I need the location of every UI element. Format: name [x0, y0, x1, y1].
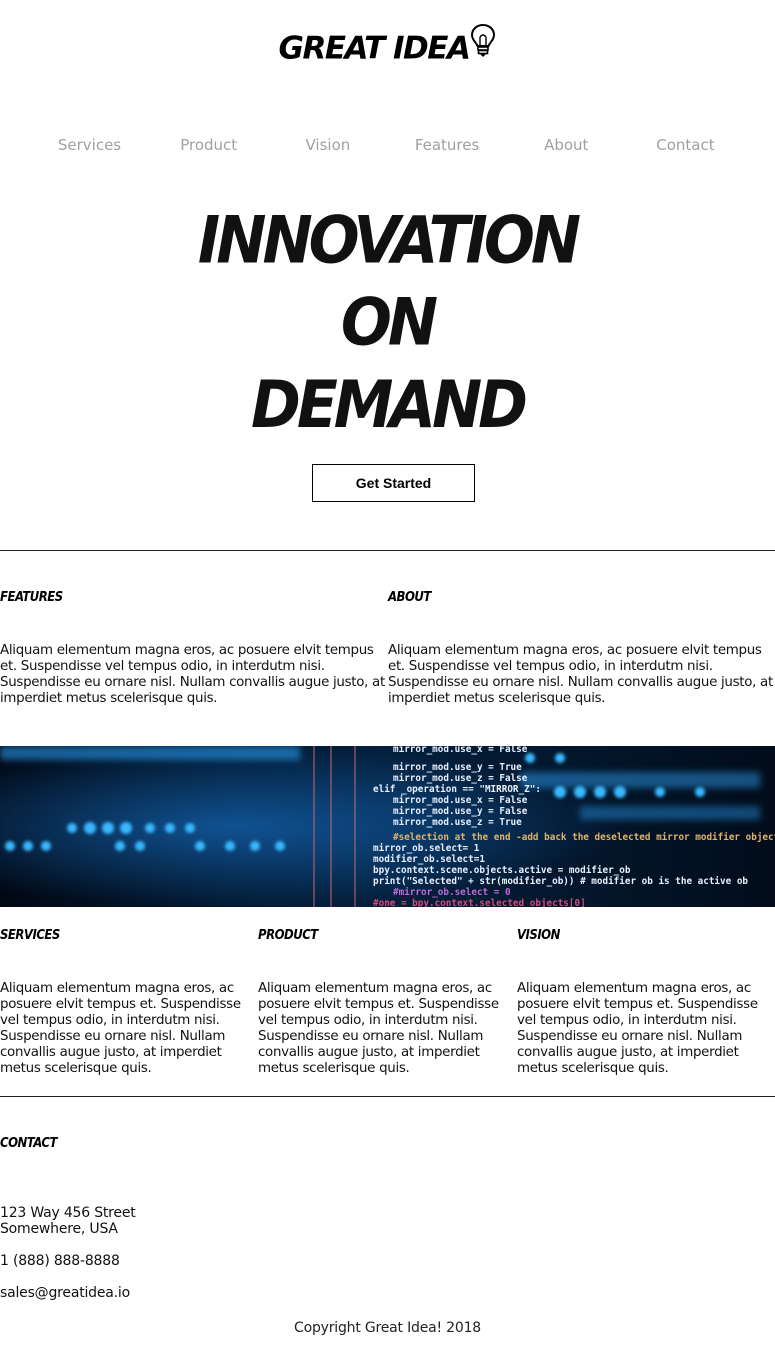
nav-link-services[interactable]: Services: [30, 136, 149, 154]
code-line: mirror_mod.use_x = False: [393, 795, 528, 806]
copyright-text: Copyright Great Idea! 2018: [294, 1320, 481, 1336]
about-heading: ABOUT: [388, 590, 431, 605]
hero-line: INNOVATION: [197, 203, 581, 279]
code-line: bpy.context.scene.objects.active = modif…: [373, 865, 631, 876]
code-line: mirror_mod.use_y = False: [393, 806, 528, 817]
features-text: Aliquam elementum magna eros, ac posuere…: [0, 643, 385, 706]
code-line: #mirror_ob.select = 0: [393, 887, 511, 898]
code-line: mirror_mod.use_z = True: [393, 817, 522, 828]
nav-link-product[interactable]: Product: [149, 136, 268, 154]
code-line: mirror_mod.use_y = True: [393, 762, 522, 773]
contact-address-line1: 123 Way 456 Street: [0, 1205, 136, 1221]
code-line: elif _operation == "MIRROR_Z":: [373, 784, 541, 795]
lightbulb-icon: [470, 23, 496, 71]
nav-link-contact[interactable]: Contact: [626, 136, 745, 154]
divider: [0, 1096, 775, 1097]
code-banner-image: mirror_mod.use_x = False mirror_mod.use_…: [0, 746, 775, 907]
code-line: #selection at the end -add back the dese…: [393, 832, 775, 843]
brand-logo[interactable]: GREAT IDEA: [0, 23, 775, 74]
vision-heading: VISION: [517, 928, 560, 943]
contact-address-line2: Somewhere, USA: [0, 1221, 118, 1237]
features-heading: FEATURES: [0, 590, 63, 605]
services-heading: SERVICES: [0, 928, 60, 943]
contact-email[interactable]: sales@greatidea.io: [0, 1285, 130, 1301]
vision-text: Aliquam elementum magna eros, ac posuere…: [517, 981, 758, 1076]
code-line: print("Selected" + str(modifier_ob)) # m…: [373, 876, 748, 887]
code-line: mirror_ob.select= 1: [373, 843, 480, 854]
services-text: Aliquam elementum magna eros, ac posuere…: [0, 981, 241, 1076]
code-line: mirror_mod.use_x = False: [393, 746, 528, 755]
code-line: mirror_mod.use_z = False: [393, 773, 528, 784]
get-started-button[interactable]: Get Started: [312, 464, 475, 502]
nav-link-features[interactable]: Features: [388, 136, 507, 154]
code-line: modifier_ob.select=1: [373, 854, 485, 865]
nav-link-vision[interactable]: Vision: [268, 136, 387, 154]
nav-link-about[interactable]: About: [507, 136, 626, 154]
brand-name: GREAT IDEA: [278, 30, 471, 67]
hero-line: ON: [340, 285, 438, 361]
product-text: Aliquam elementum magna eros, ac posuere…: [258, 981, 499, 1076]
product-heading: PRODUCT: [258, 928, 318, 943]
divider: [0, 550, 775, 551]
contact-phone[interactable]: 1 (888) 888-8888: [0, 1253, 120, 1269]
about-text: Aliquam elementum magna eros, ac posuere…: [388, 643, 773, 706]
code-banner-graphic: mirror_mod.use_x = False mirror_mod.use_…: [0, 746, 775, 907]
hero-line: DEMAND: [251, 367, 528, 443]
contact-heading: CONTACT: [0, 1136, 58, 1151]
hero-headline: INNOVATION ON DEMAND: [0, 200, 775, 446]
main-nav: Services Product Vision Features About C…: [30, 136, 745, 154]
code-line: #one = bpy.context.selected_objects[0]: [373, 898, 586, 907]
